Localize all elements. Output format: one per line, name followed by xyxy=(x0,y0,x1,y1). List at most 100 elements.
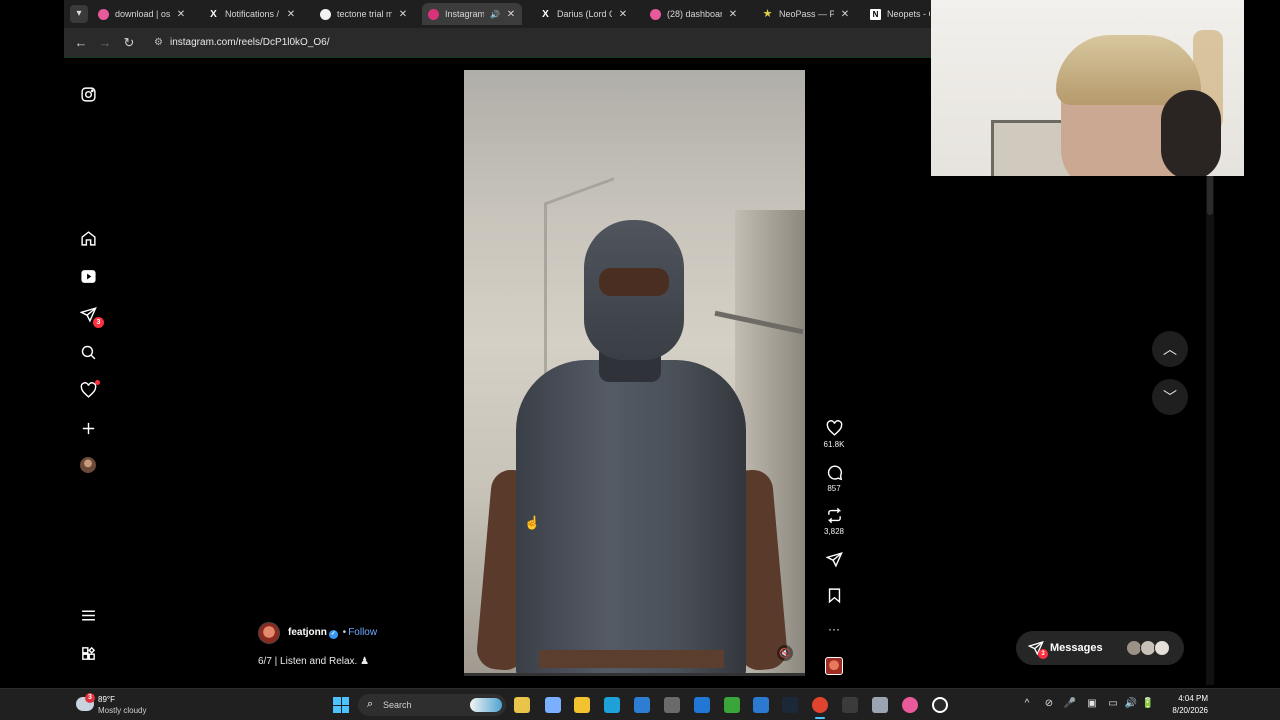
more-options-button[interactable]: ··· xyxy=(816,622,852,636)
instagram-logo-icon[interactable] xyxy=(78,84,98,104)
separator: • xyxy=(342,627,347,638)
weather-temp: 89°F xyxy=(98,695,115,704)
audio-button[interactable] xyxy=(816,657,852,675)
browser-tab[interactable]: (28) dashboard | ✕ xyxy=(644,3,744,25)
reel-video[interactable]: 🔇 xyxy=(464,70,805,673)
video-person-face xyxy=(599,268,669,296)
video-person-body xyxy=(516,360,746,673)
chrome-icon[interactable] xyxy=(812,697,828,713)
video-progress-bar[interactable] xyxy=(464,673,805,676)
caption-text: 6/7 | Listen and Relax. ♟ xyxy=(258,656,370,667)
date: 8/20/2026 xyxy=(1172,706,1208,715)
browser-tab[interactable]: N Neopets - C xyxy=(864,3,936,25)
notifications-icon[interactable] xyxy=(78,380,100,400)
sync-off-icon[interactable]: ⊘ xyxy=(1042,698,1056,709)
start-button[interactable] xyxy=(333,697,349,713)
tab-title: tectone trial miam xyxy=(337,9,392,19)
repost-icon xyxy=(827,507,841,524)
messages-button[interactable]: 3 Messages xyxy=(1016,631,1184,665)
tab-title: Notifications / X xyxy=(225,9,280,19)
create-icon[interactable] xyxy=(78,418,98,438)
author-username[interactable]: featjonn xyxy=(288,627,327,638)
browser-tab[interactable]: download | osu! ✕ xyxy=(92,3,192,25)
store-icon[interactable] xyxy=(634,697,650,713)
search-label: Search xyxy=(383,700,412,710)
tab-audio-icon[interactable]: 🔊 xyxy=(490,10,500,19)
game-icon[interactable] xyxy=(842,697,858,713)
tab-close-icon[interactable]: ✕ xyxy=(618,9,628,20)
weather-badge: 3 xyxy=(85,693,95,703)
share-button[interactable] xyxy=(816,551,852,568)
like-button[interactable]: 61.8K xyxy=(816,420,852,449)
weather-widget[interactable]: 3 89°F Mostly cloudy xyxy=(76,693,186,717)
share-icon xyxy=(825,552,843,568)
battery-icon[interactable]: 🔋 xyxy=(1141,698,1155,709)
repost-count: 3,828 xyxy=(823,527,845,536)
obs-icon[interactable] xyxy=(932,697,948,713)
messages-icon[interactable]: 3 xyxy=(78,304,104,328)
site-info-icon[interactable]: ⚙ xyxy=(154,37,166,49)
next-reel-button[interactable]: ﹀ xyxy=(1152,379,1188,415)
comment-icon xyxy=(827,465,842,481)
show-hidden-icons[interactable]: ^ xyxy=(1020,698,1034,709)
tab-title: Darius (Lord Of W xyxy=(557,9,612,19)
scrollbar-thumb[interactable] xyxy=(1207,175,1213,215)
avatar xyxy=(80,457,96,473)
repost-button[interactable]: 3,828 xyxy=(816,507,852,536)
favicon-icon xyxy=(428,8,439,20)
tab-close-icon[interactable]: ✕ xyxy=(398,9,408,20)
monitor-icon[interactable]: ▭ xyxy=(1106,698,1120,709)
author-avatar[interactable] xyxy=(258,622,280,644)
follow-button[interactable]: Follow xyxy=(348,627,377,638)
notification-dot xyxy=(95,380,100,385)
clock[interactable]: 4:04 PM 8/20/2026 xyxy=(1158,694,1208,715)
home-icon[interactable] xyxy=(78,228,98,248)
visual-studio-icon[interactable] xyxy=(694,697,710,713)
page-scrollbar[interactable] xyxy=(1206,175,1214,685)
profile-avatar[interactable] xyxy=(78,455,98,475)
outlook-icon[interactable] xyxy=(753,697,769,713)
messages-badge: 3 xyxy=(1038,649,1048,659)
tab-close-icon[interactable]: ✕ xyxy=(286,9,296,20)
tab-close-icon[interactable]: ✕ xyxy=(506,9,516,20)
browser-tab[interactable]: ★ NeoPass — Profil ✕ xyxy=(756,3,856,25)
browser-tab[interactable]: Instagram 🔊 ✕ xyxy=(422,3,522,25)
menu-icon[interactable] xyxy=(78,605,98,625)
browser-tab[interactable]: tectone trial miam ✕ xyxy=(314,3,414,25)
volume-icon[interactable]: 🔊 xyxy=(1124,698,1138,709)
app-icon[interactable] xyxy=(664,697,680,713)
comment-button[interactable]: 857 xyxy=(816,464,852,493)
apps-icon[interactable] xyxy=(78,643,98,663)
folder-icon[interactable] xyxy=(574,697,590,713)
taskbar-search[interactable]: ⌕ Search xyxy=(358,694,506,716)
tab-search-button[interactable]: ▾ xyxy=(70,5,88,23)
steam-icon[interactable] xyxy=(782,697,798,713)
edge-icon[interactable] xyxy=(604,697,620,713)
browser-tab[interactable]: X Darius (Lord Of W ✕ xyxy=(534,3,634,25)
osu-icon[interactable] xyxy=(902,697,918,713)
xbox-icon[interactable] xyxy=(724,697,740,713)
forward-button[interactable]: → xyxy=(96,34,114,52)
back-button[interactable]: ← xyxy=(72,34,90,52)
tab-close-icon[interactable]: ✕ xyxy=(840,9,850,20)
microphone-icon[interactable]: 🎤 xyxy=(1063,698,1077,709)
audio-thumbnail xyxy=(825,657,843,675)
instagram-sidebar: 3 xyxy=(64,58,112,688)
previous-reel-button[interactable]: ︿ xyxy=(1152,331,1188,367)
copilot-icon[interactable] xyxy=(545,697,561,713)
tab-close-icon[interactable]: ✕ xyxy=(176,9,186,20)
reels-icon[interactable] xyxy=(78,266,98,286)
tab-title: (28) dashboard | xyxy=(667,9,722,19)
favicon-icon xyxy=(320,8,331,20)
settings-icon[interactable] xyxy=(872,697,888,713)
file-explorer-icon[interactable] xyxy=(514,697,530,713)
save-button[interactable] xyxy=(816,587,852,604)
browser-tab[interactable]: X Notifications / X ✕ xyxy=(202,3,302,25)
avatar xyxy=(1154,640,1170,656)
reload-button[interactable]: ↻ xyxy=(120,34,138,52)
display-icon[interactable]: ▣ xyxy=(1085,698,1099,709)
heart-icon xyxy=(826,420,842,436)
tab-close-icon[interactable]: ✕ xyxy=(728,9,738,20)
mute-icon[interactable]: 🔇 xyxy=(777,645,793,661)
search-icon[interactable] xyxy=(78,342,98,362)
